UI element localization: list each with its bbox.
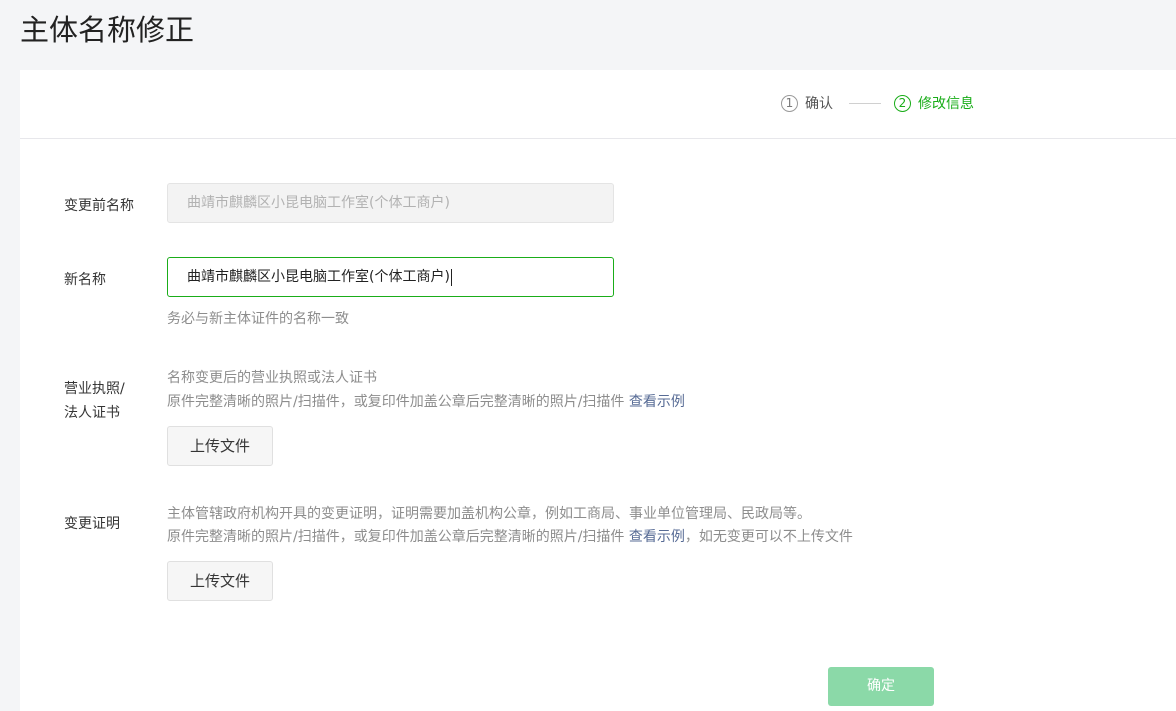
confirm-button[interactable]: 确定 (828, 667, 934, 706)
proof-requirement-text: 原件完整清晰的照片/扫描件，或复印件加盖公章后完整清晰的照片/扫描件 (167, 529, 625, 545)
old-name-field: 曲靖市麒麟区小昆电脑工作室(个体工商户) (167, 183, 614, 223)
new-name-label: 新名称 (64, 272, 106, 288)
license-label: 营业执照/ 法人证书 (64, 378, 125, 424)
proof-requirement: 原件完整清晰的照片/扫描件，或复印件加盖公章后完整清晰的照片/扫描件 查看示例，… (167, 526, 853, 548)
step-confirm: 1 确认 (781, 92, 833, 114)
license-label-line1: 营业执照/ (64, 381, 125, 397)
step-number-icon: 1 (781, 94, 798, 112)
proof-label: 变更证明 (64, 516, 120, 532)
proof-upload-button[interactable]: 上传文件 (167, 561, 273, 601)
page-title: 主体名称修正 (20, 13, 195, 47)
new-name-input[interactable]: 曲靖市麒麟区小昆电脑工作室(个体工商户) (167, 257, 614, 297)
license-requirement: 原件完整清晰的照片/扫描件，或复印件加盖公章后完整清晰的照片/扫描件 查看示例 (167, 391, 685, 413)
new-name-hint: 务必与新主体证件的名称一致 (167, 311, 349, 327)
step-label: 修改信息 (918, 96, 974, 112)
step-number-icon: 2 (894, 94, 911, 112)
old-name-label: 变更前名称 (64, 198, 134, 214)
proof-description: 主体管辖政府机构开具的变更证明，证明需要加盖机构公章，例如工商局、事业单位管理局… (167, 506, 811, 522)
step-indicator: 1 确认 2 修改信息 (20, 70, 1176, 139)
form-card: 1 确认 2 修改信息 变更前名称 曲靖市麒麟区小昆电脑工作室(个体工商户) 新… (20, 70, 1176, 711)
step-edit-info: 2 修改信息 (894, 92, 974, 114)
step-divider (849, 103, 881, 104)
text-cursor (450, 268, 452, 286)
license-upload-button[interactable]: 上传文件 (167, 426, 273, 466)
license-description: 名称变更后的营业执照或法人证书 (167, 370, 377, 386)
license-example-link[interactable]: 查看示例 (629, 394, 685, 410)
proof-example-link[interactable]: 查看示例 (629, 529, 685, 545)
license-label-line2: 法人证书 (64, 405, 120, 421)
step-label: 确认 (805, 96, 833, 112)
proof-optional-note: ，如无变更可以不上传文件 (684, 529, 853, 545)
new-name-value: 曲靖市麒麟区小昆电脑工作室(个体工商户) (187, 269, 450, 285)
license-requirement-text: 原件完整清晰的照片/扫描件，或复印件加盖公章后完整清晰的照片/扫描件 (167, 394, 625, 410)
